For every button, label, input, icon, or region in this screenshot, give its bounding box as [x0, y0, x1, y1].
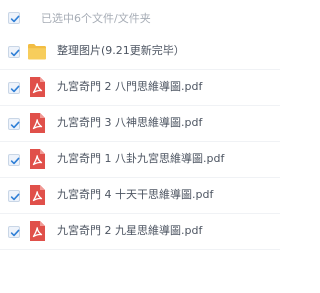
- file-name[interactable]: 九宮奇門 2 八門思維導圖.pdf: [57, 80, 202, 94]
- checkmark-icon: [10, 121, 20, 129]
- file-row-folder[interactable]: 整理图片(9.21更新完毕）: [0, 34, 280, 70]
- file-row-pdf[interactable]: 九宮奇門 4 十天干思維導圖.pdf: [0, 178, 280, 214]
- pdf-icon: [27, 183, 47, 207]
- select-all-checkbox[interactable]: [8, 12, 20, 24]
- pdf-icon: [27, 147, 47, 171]
- file-name[interactable]: 九宮奇門 1 八卦九宮思維導圖.pdf: [57, 152, 224, 166]
- row-checkbox[interactable]: [8, 82, 20, 94]
- row-checkbox[interactable]: [8, 154, 20, 166]
- file-name[interactable]: 九宮奇門 2 九星思維導圖.pdf: [57, 224, 202, 238]
- file-row-pdf[interactable]: 九宮奇門 2 八門思維導圖.pdf: [0, 70, 280, 106]
- pdf-icon: [27, 75, 47, 99]
- checkmark-icon: [10, 49, 20, 57]
- pdf-icon: [27, 111, 47, 135]
- file-row-pdf[interactable]: 九宮奇門 2 九星思維導圖.pdf: [0, 214, 280, 250]
- checkmark-icon: [10, 15, 20, 23]
- selection-header: 已选中6个文件/文件夹: [0, 0, 280, 38]
- selection-summary: 已选中6个文件/文件夹: [41, 12, 151, 25]
- file-row-pdf[interactable]: 九宮奇門 3 八神思維導圖.pdf: [0, 106, 280, 142]
- checkmark-icon: [10, 193, 20, 201]
- folder-icon: [27, 39, 47, 63]
- row-checkbox[interactable]: [8, 190, 20, 202]
- file-selection-panel: 已选中6个文件/文件夹 整理图片(9.21更新完毕） 九宮奇門 2 八門思維導圖…: [0, 0, 280, 293]
- file-row-pdf[interactable]: 九宮奇門 1 八卦九宮思維導圖.pdf: [0, 142, 280, 178]
- file-name[interactable]: 九宮奇門 4 十天干思維導圖.pdf: [57, 188, 213, 202]
- checkmark-icon: [10, 229, 20, 237]
- row-checkbox[interactable]: [8, 118, 20, 130]
- pdf-icon: [27, 219, 47, 243]
- file-name[interactable]: 整理图片(9.21更新完毕）: [57, 44, 185, 58]
- checkmark-icon: [10, 85, 20, 93]
- file-name[interactable]: 九宮奇門 3 八神思維導圖.pdf: [57, 116, 202, 130]
- checkmark-icon: [10, 157, 20, 165]
- row-divider: [0, 249, 280, 250]
- row-checkbox[interactable]: [8, 226, 20, 238]
- row-checkbox[interactable]: [8, 46, 20, 58]
